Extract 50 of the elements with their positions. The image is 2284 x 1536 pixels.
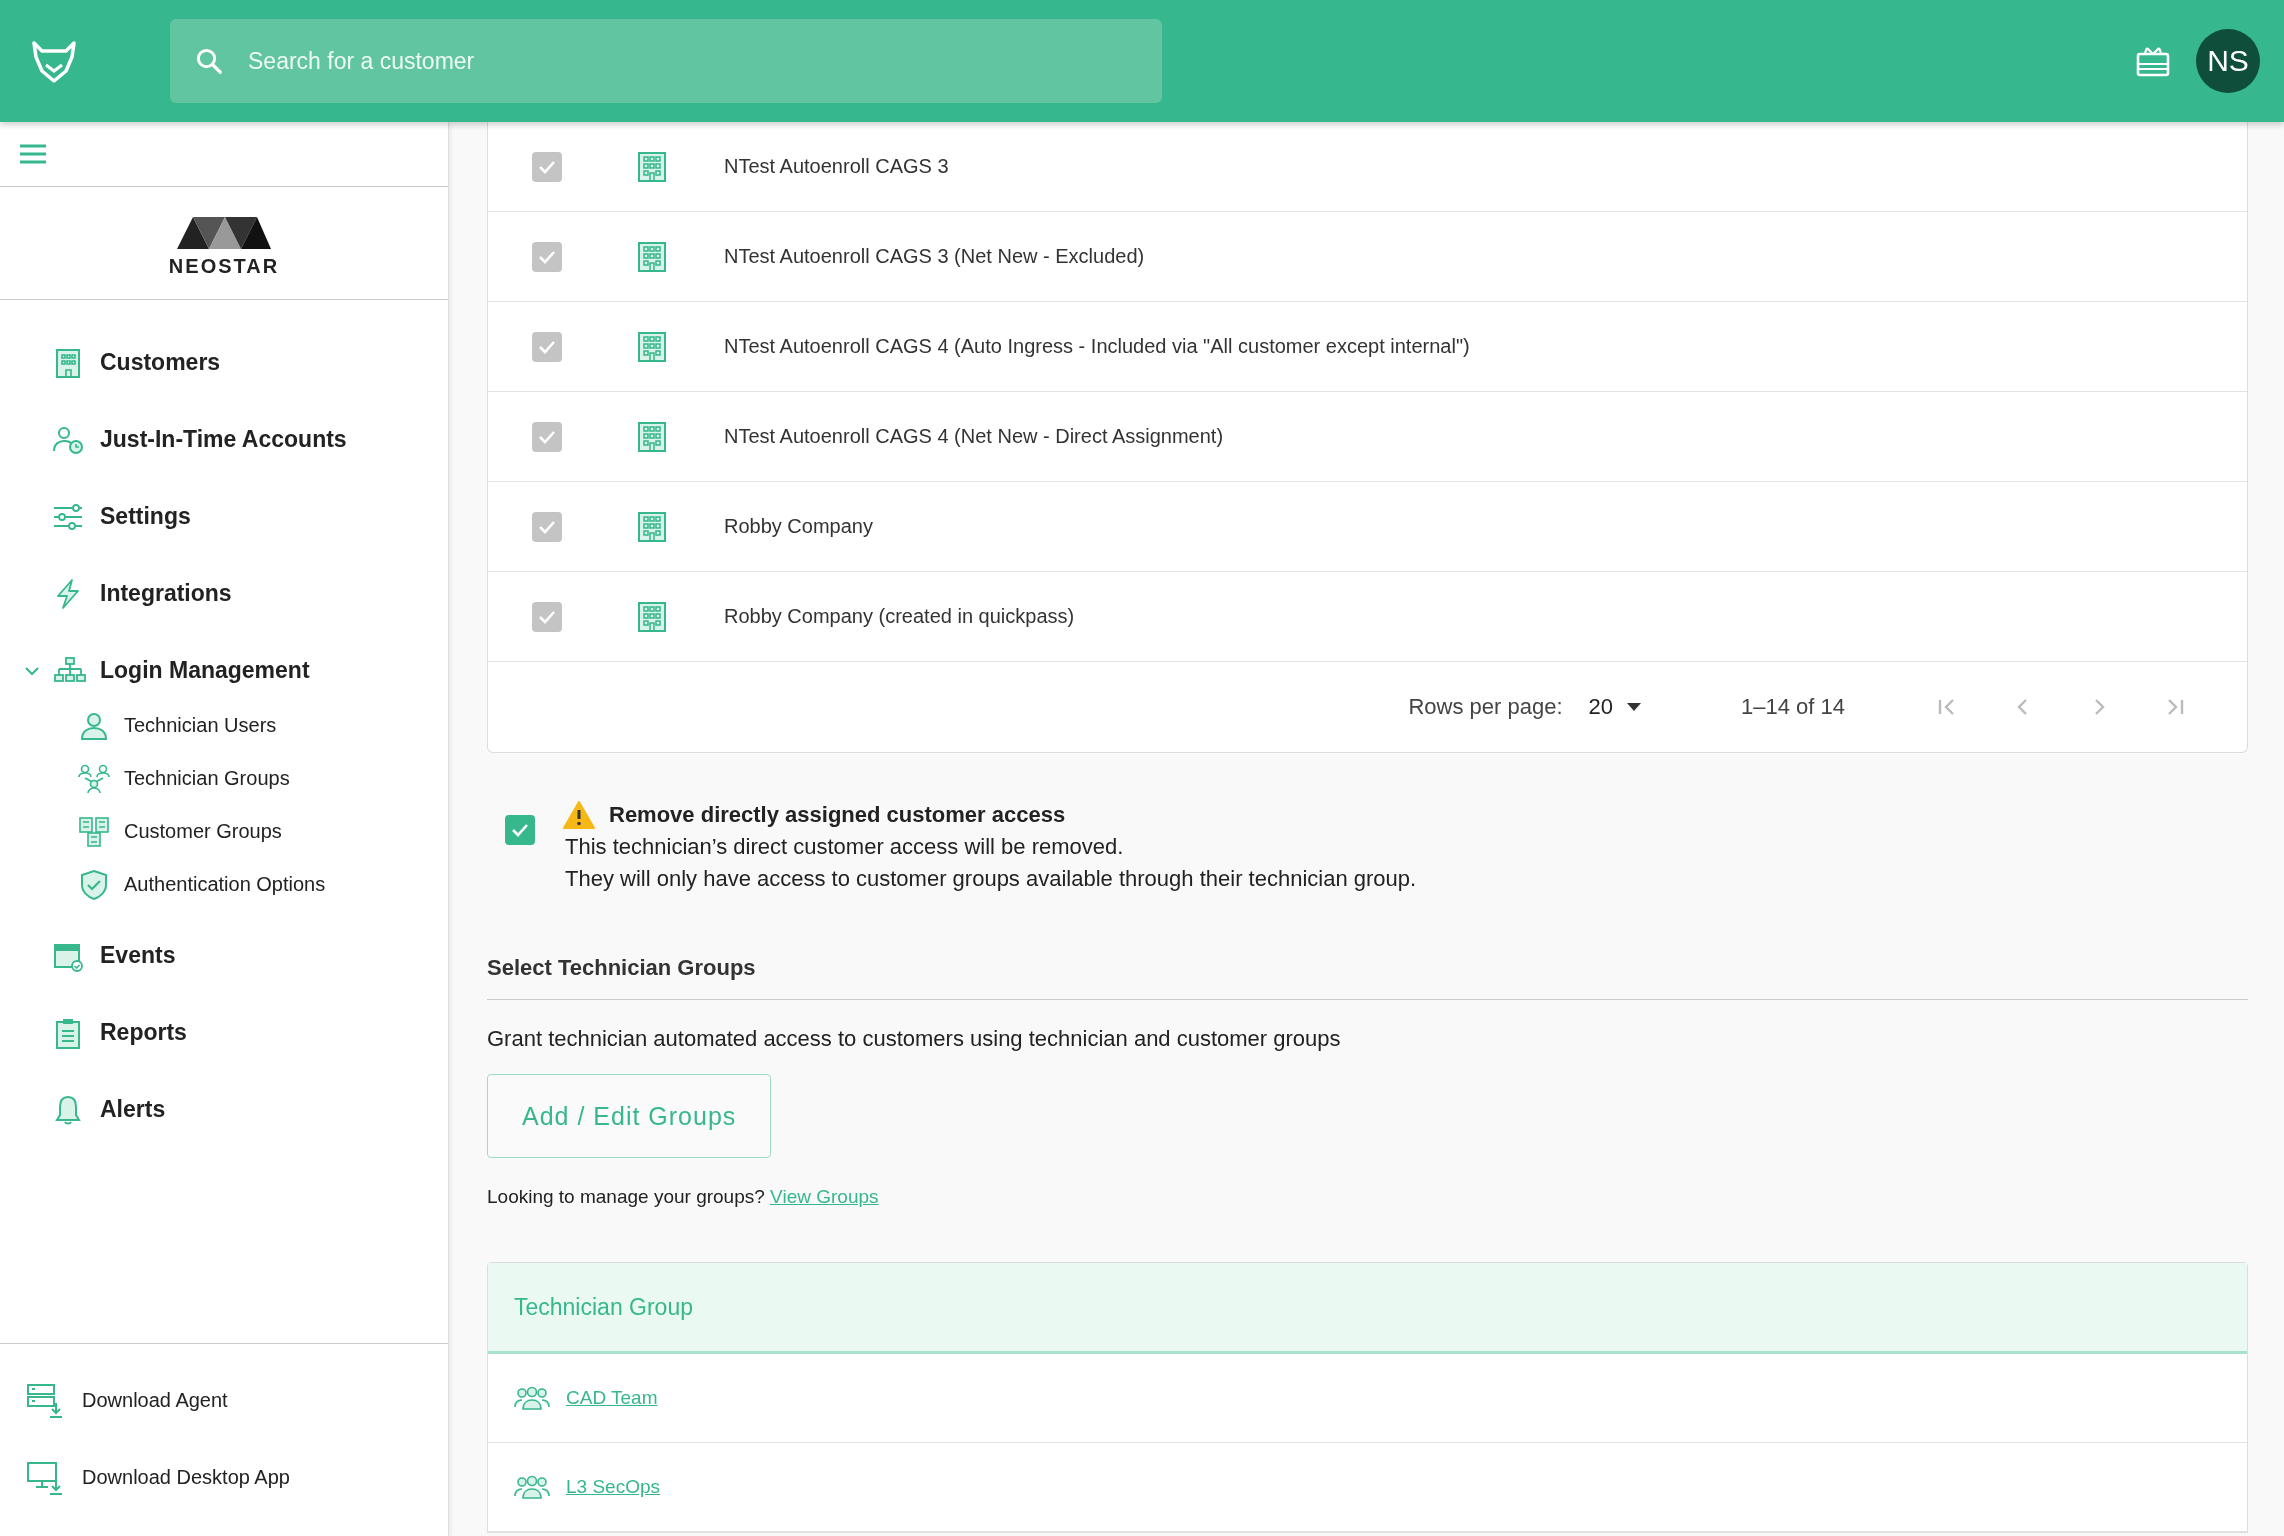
building-icon [636,420,668,453]
rows-per-page-select[interactable]: 20 [1588,694,1641,720]
manage-groups-text: Looking to manage your groups? [487,1186,765,1207]
download-link[interactable]: Download Agent [0,1362,448,1439]
nav-item[interactable]: Customers [0,324,448,401]
nav-item[interactable]: Integrations [0,555,448,632]
people-group-icon [514,1385,550,1411]
building-icon [636,240,668,273]
rows-per-page-label: Rows per page: [1408,694,1563,720]
building-icon [636,510,668,543]
customer-name: Robby Company (created in quickpass) [724,605,1075,628]
building-icon [636,150,668,183]
warning-text: They will only have access to customer groups available through their technician group. [565,865,1417,893]
search-field[interactable]: Search for a customer [170,19,1162,103]
warning-title: Remove directly assigned customer access [609,802,1066,828]
nav-item[interactable]: Events [0,917,448,994]
nav-subitem[interactable]: Authentication Options [0,858,448,911]
gift-card-icon[interactable] [2136,45,2170,77]
monitor-download-icon [26,1459,64,1496]
search-icon [194,46,224,76]
warning-text: This technician’s direct customer access will be removed. [565,833,1125,861]
menu-icon[interactable] [18,143,48,165]
section-title: Select Technician Groups [487,955,2248,1000]
building-icon [636,330,668,363]
column-header: Technician Group [514,1293,693,1321]
people-tree-icon [78,762,110,795]
nav-item[interactable]: Just-In-Time Accounts [0,401,448,478]
shield-icon [78,868,110,901]
section-description: Grant technician automated access to customers using technician and customer groups [487,1026,1342,1052]
warning-icon [563,801,595,829]
nav-subitem[interactable]: Customer Groups [0,805,448,858]
customer-name: NTest Autoenroll CAGS 4 (Auto Ingress - Included via "All customer except internal") [724,335,1470,358]
brand-name: NEOSTAR [168,254,280,278]
people-group-icon [514,1474,550,1500]
customer-name: Robby Company [724,515,873,538]
page-range: 1–14 of 14 [1741,694,1845,720]
nav-item[interactable]: Reports [0,994,448,1071]
nav-item[interactable]: Settings [0,478,448,555]
customer-name: NTest Autoenroll CAGS 3 (Net New - Excluded) [724,245,1145,268]
customer-name: NTest Autoenroll CAGS 3 [724,155,949,178]
customer-name: NTest Autoenroll CAGS 4 (Net New - Direct Assignment) [724,425,1224,448]
nav-subitem[interactable]: Technician Groups [0,752,448,805]
building-icon [636,600,668,633]
caret-icon [1627,703,1641,711]
nav-item[interactable]: Alerts [0,1071,448,1148]
user-avatar[interactable]: NS [2196,29,2260,93]
buildings-icon [78,815,110,848]
server-download-icon [26,1382,64,1419]
download-link[interactable]: Download Desktop App [0,1439,448,1516]
remove-access-checkbox[interactable] [505,815,535,845]
